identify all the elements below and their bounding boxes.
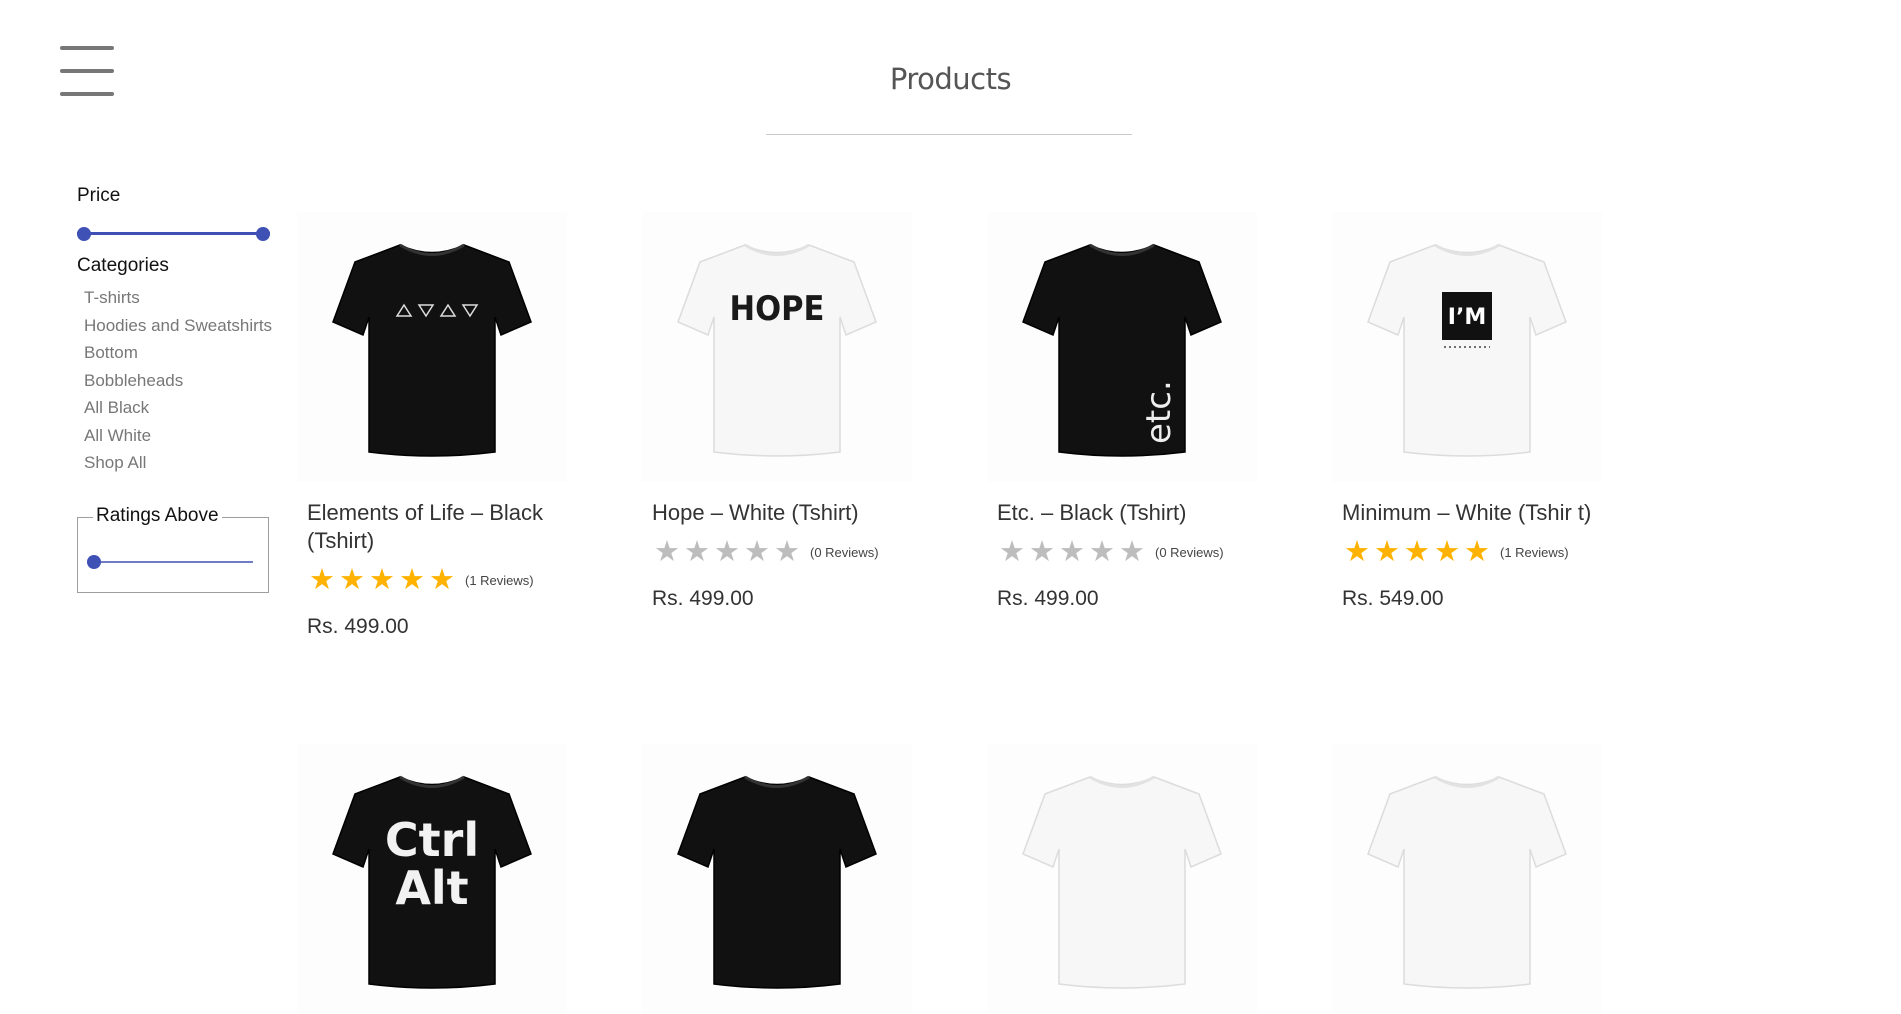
tshirt-shape xyxy=(332,244,532,457)
print-text: I’M xyxy=(1448,305,1486,330)
star-icon: ★ xyxy=(1029,536,1055,568)
product-card: Elements of Life – Black (Tshirt) ★ ★ ★ ★ ★(… xyxy=(297,212,567,639)
product-card: etc. Etc. – Black (Tshirt) ★ ★ ★ ★ ★ (0 Revie… xyxy=(987,212,1257,611)
price-slider-track xyxy=(77,232,270,235)
tshirt-image xyxy=(332,243,532,457)
product-card: Ctrl Alt xyxy=(297,744,567,1014)
star-icon: ★ xyxy=(774,536,800,568)
product-price: Rs. 499.00 xyxy=(997,587,1099,610)
tshirt-shape xyxy=(1022,244,1222,457)
product-card xyxy=(642,744,912,1014)
tshirt-image: I’M xyxy=(1367,243,1567,457)
product-grid: Elements of Life – Black (Tshirt) ★ ★ ★ ★ ★(… xyxy=(297,212,1642,1014)
star-icon: ★ xyxy=(429,564,455,596)
product-price: Rs. 549.00 xyxy=(1342,587,1444,610)
tshirt-image xyxy=(677,775,877,989)
star-icon: ★ xyxy=(999,536,1025,568)
product-name[interactable]: Elements of Life – Black (Tshirt) xyxy=(307,499,567,555)
star-icon: ★ xyxy=(1059,536,1085,568)
star-icon: ★ xyxy=(1434,536,1460,568)
product-image[interactable]: Ctrl Alt xyxy=(297,744,567,1014)
category-hoodies-and-sweatshirts[interactable]: Hoodies and Sweatshirts xyxy=(84,316,274,336)
review-count: (1 Reviews) xyxy=(465,572,534,588)
category-all-black[interactable]: All Black xyxy=(84,398,274,418)
product-card xyxy=(1332,744,1602,1014)
star-icon: ★ xyxy=(744,536,770,568)
category-bottom[interactable]: Bottom xyxy=(84,343,274,363)
product-image[interactable]: HOPE xyxy=(642,212,912,482)
price-slider-max-handle[interactable] xyxy=(256,227,270,241)
tshirt-shape xyxy=(1367,244,1567,457)
category-bobbleheads[interactable]: Bobbleheads xyxy=(84,371,274,391)
ratings-filter: Ratings Above xyxy=(77,505,269,593)
price-filter-heading: Price xyxy=(77,185,121,206)
ratings-slider-handle[interactable] xyxy=(87,555,101,569)
categories-heading: Categories xyxy=(77,255,169,276)
star-icon: ★ xyxy=(1089,536,1115,568)
ratings-slider-track xyxy=(87,561,253,563)
product-rating: ★ ★ ★ ★ ★ (0 Reviews) xyxy=(997,537,1257,567)
product-card: I’M Minimum – White (Tshir t) ★ ★ ★ ★ ★ (1 Re… xyxy=(1332,212,1602,611)
ratings-filter-heading: Ratings Above xyxy=(93,505,222,527)
product-price: Rs. 499.00 xyxy=(652,587,754,610)
page-title: Products xyxy=(889,62,1012,96)
review-count: (1 Reviews) xyxy=(1500,544,1569,560)
product-image[interactable] xyxy=(297,212,567,482)
tshirt-shape xyxy=(677,776,877,989)
tshirt-image xyxy=(1367,775,1567,989)
star-icon: ★ xyxy=(714,536,740,568)
review-count: (0 Reviews) xyxy=(810,544,879,560)
print-text: Ctrl xyxy=(385,813,479,867)
product-image[interactable] xyxy=(642,744,912,1014)
star-icon: ★ xyxy=(1119,536,1145,568)
tshirt-shape xyxy=(1022,776,1222,989)
tshirt-shape xyxy=(677,244,877,457)
star-icon: ★ xyxy=(1374,536,1400,568)
product-rating: ★ ★ ★ ★ ★ (0 Reviews) xyxy=(652,537,912,567)
product-name[interactable]: Hope – White (Tshirt) xyxy=(652,499,912,527)
category-all-white[interactable]: All White xyxy=(84,426,274,446)
product-rating: ★ ★ ★ ★ ★ (1 Reviews) xyxy=(1342,537,1602,567)
category-shop-all[interactable]: Shop All xyxy=(84,453,274,473)
category-list: T-shirts Hoodies and Sweatshirts Bottom … xyxy=(84,288,274,481)
print-text: etc. xyxy=(1139,380,1179,444)
product-rating: ★ ★ ★ ★ ★ (1 Reviews) xyxy=(307,565,567,595)
product-price: Rs. 499.00 xyxy=(307,615,409,638)
product-image[interactable] xyxy=(1332,744,1602,1014)
price-range-slider[interactable] xyxy=(77,227,270,241)
star-icon: ★ xyxy=(399,564,425,596)
star-icon: ★ xyxy=(1344,536,1370,568)
tshirt-image: etc. xyxy=(1022,243,1222,457)
price-slider-min-handle[interactable] xyxy=(77,227,91,241)
star-icon: ★ xyxy=(654,536,680,568)
product-image[interactable]: I’M xyxy=(1332,212,1602,482)
product-name[interactable]: Minimum – White (Tshir t) xyxy=(1342,499,1602,527)
product-image[interactable]: etc. xyxy=(987,212,1257,482)
print-text: HOPE xyxy=(730,289,825,329)
tshirt-image xyxy=(1022,775,1222,989)
star-icon: ★ xyxy=(1464,536,1490,568)
ratings-slider[interactable] xyxy=(87,555,253,569)
star-icon: ★ xyxy=(369,564,395,596)
title-divider xyxy=(766,134,1132,135)
star-icon: ★ xyxy=(339,564,365,596)
tshirt-shape xyxy=(1367,776,1567,989)
product-image[interactable] xyxy=(987,744,1257,1014)
star-icon: ★ xyxy=(684,536,710,568)
star-icon: ★ xyxy=(1404,536,1430,568)
product-card xyxy=(987,744,1257,1014)
print-text: Alt xyxy=(395,861,468,915)
product-name[interactable]: Etc. – Black (Tshirt) xyxy=(997,499,1257,527)
star-icon: ★ xyxy=(309,564,335,596)
tshirt-image: HOPE xyxy=(677,243,877,457)
review-count: (0 Reviews) xyxy=(1155,544,1224,560)
category-tshirts[interactable]: T-shirts xyxy=(84,288,274,308)
product-card: HOPE Hope – White (Tshirt) ★ ★ ★ ★ ★ (0 Revie… xyxy=(642,212,912,611)
tshirt-image: CtrlAlt xyxy=(332,775,532,989)
